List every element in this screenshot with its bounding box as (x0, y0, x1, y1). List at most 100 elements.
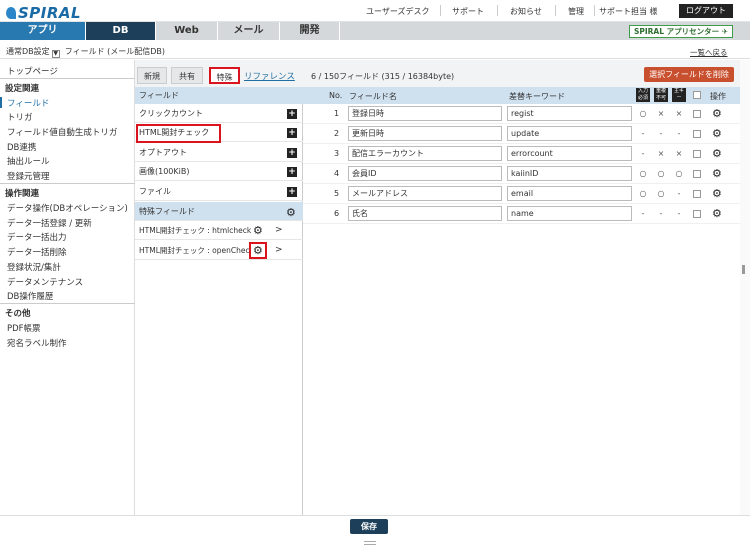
special-field-header: 特殊フィールド (135, 202, 303, 221)
sidebar-item-autogen-trigger[interactable]: フィールド値自動生成トリガ (7, 126, 117, 138)
gear-icon[interactable]: ⚙ (712, 108, 722, 119)
sidebar-item-bulk-export[interactable]: データ一括出力 (7, 231, 67, 243)
sidebar-item-field[interactable]: フィールド (7, 97, 49, 109)
sidebar-item-extract-rule[interactable]: 抽出ルール (7, 155, 50, 167)
tab-db[interactable]: DB (86, 22, 156, 40)
scrollbar[interactable] (740, 60, 750, 515)
db-setting-select[interactable]: 通常DB設定 ▼ フィールド (メール配信DB) (6, 46, 165, 58)
sidebar-item-label[interactable]: 宛名ラベル制作 (7, 337, 67, 349)
row-checkbox[interactable] (693, 110, 701, 118)
sidebar-item-bulk-register[interactable]: データ一括登録 / 更新 (7, 217, 92, 229)
tab-reference[interactable]: リファレンス (244, 70, 295, 82)
sidebar-item-source-mgmt[interactable]: 登録元管理 (7, 170, 50, 182)
unique-mark: ○ (657, 189, 665, 198)
users-desk-link[interactable]: ユーザーズデスク (366, 6, 429, 17)
primary-key-icon: 主キー (672, 88, 686, 102)
required-mark: ○ (639, 109, 647, 118)
keyword-input[interactable]: kaiinID (507, 166, 632, 181)
row-no: 3 (334, 149, 340, 158)
select-all-checkbox[interactable] (693, 91, 701, 99)
sidebar-section-settings: 設定関連 (5, 84, 40, 94)
leaf-icon: ✈ (721, 27, 729, 36)
unique-icon: 重複不可 (654, 88, 668, 102)
field-name-input[interactable]: 更新日時 (348, 126, 502, 141)
unique-mark: ○ (657, 169, 665, 178)
keyword-input[interactable]: email (507, 186, 632, 201)
gear-icon[interactable]: ⚙ (712, 168, 722, 179)
sidebar-item-trigger[interactable]: トリガ (7, 111, 33, 123)
tab-app[interactable]: アプリ (0, 22, 86, 40)
keyword-input[interactable]: update (507, 126, 632, 141)
sidebar-item-maintenance[interactable]: データメンテナンス (7, 276, 83, 288)
field-type-image[interactable]: 画像(100KiB) (135, 162, 303, 181)
tab-shared[interactable]: 共有 (171, 67, 203, 84)
plus-icon[interactable]: + (287, 167, 297, 177)
required-mark: - (641, 149, 645, 158)
tab-web[interactable]: Web (156, 22, 218, 40)
plus-icon[interactable]: + (287, 187, 297, 197)
spiral-logo-icon (6, 7, 16, 19)
tab-new[interactable]: 新規 (137, 67, 167, 84)
keyword-input[interactable]: name (507, 206, 632, 221)
tab-dev[interactable]: 開発 (280, 22, 340, 40)
field-type-click-count[interactable]: クリックカウント (135, 104, 303, 123)
row-checkbox[interactable] (693, 170, 701, 178)
row-checkbox[interactable] (693, 210, 701, 218)
admin-link[interactable]: 管理 (568, 6, 584, 17)
gear-icon[interactable]: ⚙ (286, 207, 296, 218)
support-link[interactable]: サポート (452, 6, 484, 17)
required-mark: ○ (639, 189, 647, 198)
tab-mail[interactable]: メール (218, 22, 280, 40)
sidebar-item-bulk-delete[interactable]: データ一括削除 (7, 246, 67, 258)
gear-icon[interactable]: ⚙ (712, 188, 722, 199)
logout-button[interactable]: ログアウト (679, 4, 733, 18)
save-button[interactable]: 保存 (350, 519, 388, 534)
plus-icon[interactable]: + (287, 128, 297, 138)
gear-icon[interactable]: ⚙ (712, 208, 722, 219)
field-name-input[interactable]: 配信エラーカウント (348, 146, 502, 161)
sidebar-item-pdf[interactable]: PDF帳票 (7, 322, 41, 334)
sidebar-item-data-operation[interactable]: データ操作(DBオペレーション) (7, 202, 128, 214)
field-type-file[interactable]: ファイル (135, 182, 303, 201)
chevron-right-icon[interactable]: > (275, 245, 283, 255)
divider (497, 5, 498, 16)
gear-icon[interactable]: ⚙ (712, 148, 722, 159)
unique-mark: × (657, 109, 665, 118)
unique-mark: × (657, 149, 665, 158)
app-center-button[interactable]: SPIRAL アプリセンター ✈ (629, 25, 733, 38)
field-name-input[interactable]: 登録日時 (348, 106, 502, 121)
back-to-list-link[interactable]: 一覧へ戻る (690, 47, 728, 58)
required-icon: 入力必須 (636, 88, 650, 102)
sidebar-item-db-link[interactable]: DB連携 (7, 141, 36, 153)
delete-selected-button[interactable]: 選択フィールドを削除 (644, 67, 734, 82)
row-checkbox[interactable] (693, 190, 701, 198)
sidebar-item-top[interactable]: トップページ (7, 65, 58, 77)
field-name-input[interactable]: メールアドレス (348, 186, 502, 201)
gear-icon[interactable]: ⚙ (712, 128, 722, 139)
row-checkbox[interactable] (693, 130, 701, 138)
col-no: No. (329, 91, 343, 100)
sidebar-item-history[interactable]: DB操作履歴 (7, 290, 53, 302)
chevron-right-icon[interactable]: > (275, 225, 283, 235)
field-name-input[interactable]: 氏名 (348, 206, 502, 221)
gear-icon[interactable]: ⚙ (253, 225, 263, 236)
scroll-handle[interactable] (742, 265, 745, 274)
plus-icon[interactable]: + (287, 109, 297, 119)
col-field-name: フィールド名 (349, 92, 397, 101)
field-type-opt-out[interactable]: オプトアウト (135, 143, 303, 162)
gear-icon[interactable]: ⚙ (253, 245, 263, 256)
row-no: 4 (334, 169, 340, 178)
required-mark: - (641, 209, 645, 218)
news-link[interactable]: お知らせ (510, 6, 542, 17)
plus-icon[interactable]: + (287, 148, 297, 158)
resize-grip[interactable] (364, 541, 376, 545)
chevron-down-icon: ▼ (51, 50, 60, 58)
keyword-input[interactable]: regist (507, 106, 632, 121)
keyword-input[interactable]: errorcount (507, 146, 632, 161)
tab-special[interactable]: 特殊 (209, 67, 240, 84)
row-no: 5 (334, 189, 340, 198)
spiral-logo[interactable]: SPIRAL (6, 4, 81, 22)
sidebar-item-stats[interactable]: 登録状況/集計 (7, 261, 61, 273)
row-checkbox[interactable] (693, 150, 701, 158)
field-name-input[interactable]: 会員ID (348, 166, 502, 181)
